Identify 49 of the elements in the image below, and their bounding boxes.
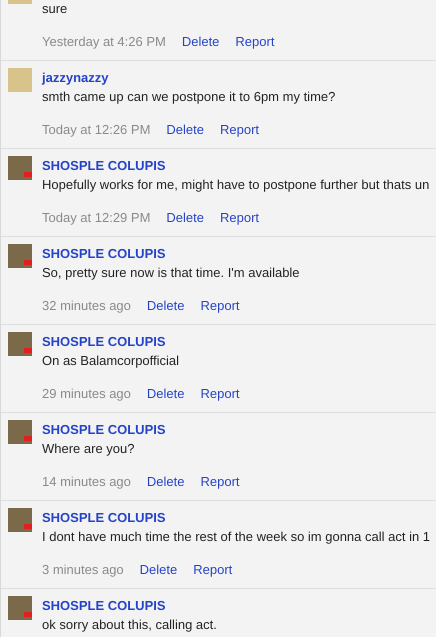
author-link[interactable]: SHOSPLE COLUPIS xyxy=(42,422,166,437)
avatar-photo xyxy=(8,244,32,268)
comment-text: smth came up can we postpone it to 6pm my time? xyxy=(42,88,336,106)
report-link[interactable]: Report xyxy=(200,384,240,403)
report-link[interactable]: Report xyxy=(193,560,232,579)
comment-text: On as Balamcorpofficial xyxy=(42,352,180,370)
report-link[interactable]: Report xyxy=(220,120,260,139)
badge-icon xyxy=(24,348,32,353)
badge-icon xyxy=(24,612,32,617)
avatar-photo xyxy=(8,508,32,532)
comment-text: ok sorry about this, calling act. xyxy=(42,616,217,634)
comment-text: sure xyxy=(42,0,68,18)
author-link[interactable]: SHOSPLE COLUPIS xyxy=(42,510,166,525)
avatar-photo xyxy=(8,156,32,180)
delete-link[interactable]: Delete xyxy=(146,384,184,403)
avatar-photo xyxy=(8,68,32,92)
timestamp: 14 minutes ago xyxy=(42,473,131,491)
report-link[interactable]: Report xyxy=(200,472,240,491)
delete-link[interactable]: Delete xyxy=(146,296,184,315)
avatar-photo xyxy=(8,420,32,444)
author-link[interactable]: SHOSPLE COLUPIS xyxy=(42,246,166,261)
delete-link[interactable]: Delete xyxy=(146,472,184,491)
badge-icon xyxy=(24,172,32,177)
badge-icon xyxy=(24,436,32,441)
delete-link[interactable]: Delete xyxy=(166,208,204,227)
badge-icon xyxy=(24,524,32,529)
report-link[interactable]: Report xyxy=(235,32,274,51)
timestamp: 29 minutes ago xyxy=(42,385,131,403)
author-link[interactable]: SHOSPLE COLUPIS xyxy=(42,158,166,173)
avatar-photo xyxy=(8,332,32,356)
timestamp: 32 minutes ago xyxy=(42,297,131,315)
delete-link[interactable]: Delete xyxy=(182,32,220,51)
timestamp: Today at 12:29 PM xyxy=(42,209,150,227)
timestamp: 3 minutes ago xyxy=(42,561,124,579)
author-link[interactable]: SHOSPLE COLUPIS xyxy=(42,598,166,613)
delete-link[interactable]: Delete xyxy=(166,120,204,139)
author-link[interactable]: jazzynazzy xyxy=(42,70,108,85)
comment-text: Where are you? xyxy=(42,440,136,458)
comment-text: So, pretty sure now is that time. I'm available xyxy=(42,264,300,282)
comment-text: I dont have much time the rest of the week so im gonna call act in 1 xyxy=(42,528,430,546)
timestamp: Yesterday at 4:26 PM xyxy=(42,33,166,51)
comment-text: Hopefully works for me, might have to postpone further but thats un xyxy=(42,176,430,194)
avatar-photo xyxy=(8,596,32,620)
report-link[interactable]: Report xyxy=(200,296,240,315)
report-link[interactable]: Report xyxy=(220,208,260,227)
timestamp: Today at 12:26 PM xyxy=(42,121,150,139)
author-link[interactable]: SHOSPLE COLUPIS xyxy=(42,334,166,349)
badge-icon xyxy=(24,260,32,265)
delete-link[interactable]: Delete xyxy=(140,560,178,579)
